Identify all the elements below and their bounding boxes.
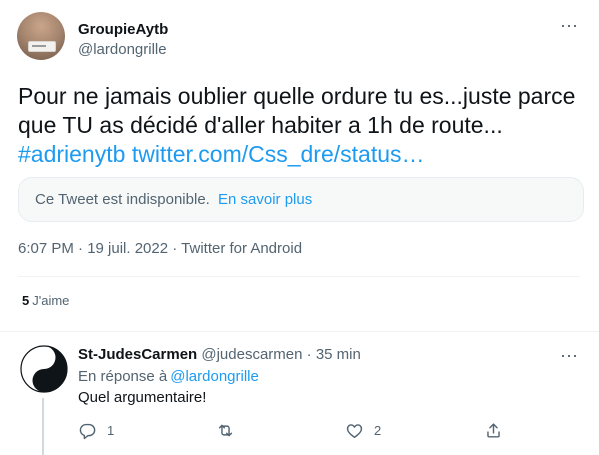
reply-more-options-icon[interactable]: ⋯ [560, 346, 579, 367]
url-link[interactable]: twitter.com/Css_dre/status… [132, 141, 425, 167]
reply-text: Quel argumentaire! [78, 389, 207, 406]
author-handle[interactable]: @lardongrille [78, 41, 167, 58]
likes-count: 5 [22, 293, 30, 308]
learn-more-link[interactable]: En savoir plus [218, 191, 312, 208]
author-display-name[interactable]: GroupieAytb [78, 21, 168, 38]
retweet-icon [218, 424, 233, 436]
tweet-metadata[interactable]: 6:07 PM · 19 juil. 2022 · Twitter for An… [18, 240, 302, 257]
tweet-text-line-3: #adrienytb twitter.com/Css_dre/status… [18, 140, 588, 169]
tweet-text-line-1: Pour ne jamais oublier quelle ordure tu … [18, 83, 576, 109]
reply-display-name[interactable]: St-JudesCarmen [78, 346, 197, 363]
thread-line [42, 398, 44, 455]
reply-header: St-JudesCarmen @judescarmen · 35 min [78, 346, 361, 363]
reply-button[interactable]: 1 [78, 420, 114, 440]
heart-icon [346, 423, 363, 438]
tweet-text: Pour ne jamais oublier quelle ordure tu … [18, 82, 588, 169]
reply-handle[interactable]: @judescarmen [201, 346, 302, 363]
in-reply-to-handle[interactable]: @lardongrille [170, 368, 259, 385]
avatar-card-graphic [28, 41, 56, 52]
share-button[interactable] [484, 420, 503, 440]
tweet-text-line-2: que TU as décidé d'aller habiter a 1h de… [18, 112, 503, 138]
reply-avatar[interactable] [20, 345, 68, 393]
likes-label: J'aime [32, 293, 70, 308]
reply-icon [79, 423, 96, 439]
yin-yang-icon [20, 345, 68, 393]
in-reply-to-prefix: En réponse à [78, 368, 168, 385]
more-options-icon[interactable]: ⋯ [560, 16, 579, 37]
in-reply-to: En réponse à @lardongrille [78, 368, 259, 385]
like-button[interactable]: 2 [345, 420, 381, 440]
like-count: 2 [374, 422, 382, 438]
unavailable-quote-tweet: Ce Tweet est indisponible. En savoir plu… [18, 177, 584, 222]
reply-count: 1 [107, 422, 115, 438]
unavailable-message: Ce Tweet est indisponible. [35, 191, 210, 208]
retweet-button[interactable] [216, 420, 235, 440]
likes-summary[interactable]: 5 J'aime [22, 293, 69, 308]
reply-timestamp[interactable]: 35 min [316, 346, 361, 363]
author-avatar[interactable] [17, 12, 65, 60]
reply-dot: · [306, 346, 312, 363]
divider [18, 276, 580, 277]
share-icon [487, 422, 500, 438]
reply-separator [0, 331, 599, 332]
hashtag-link[interactable]: #adrienytb [18, 141, 125, 167]
